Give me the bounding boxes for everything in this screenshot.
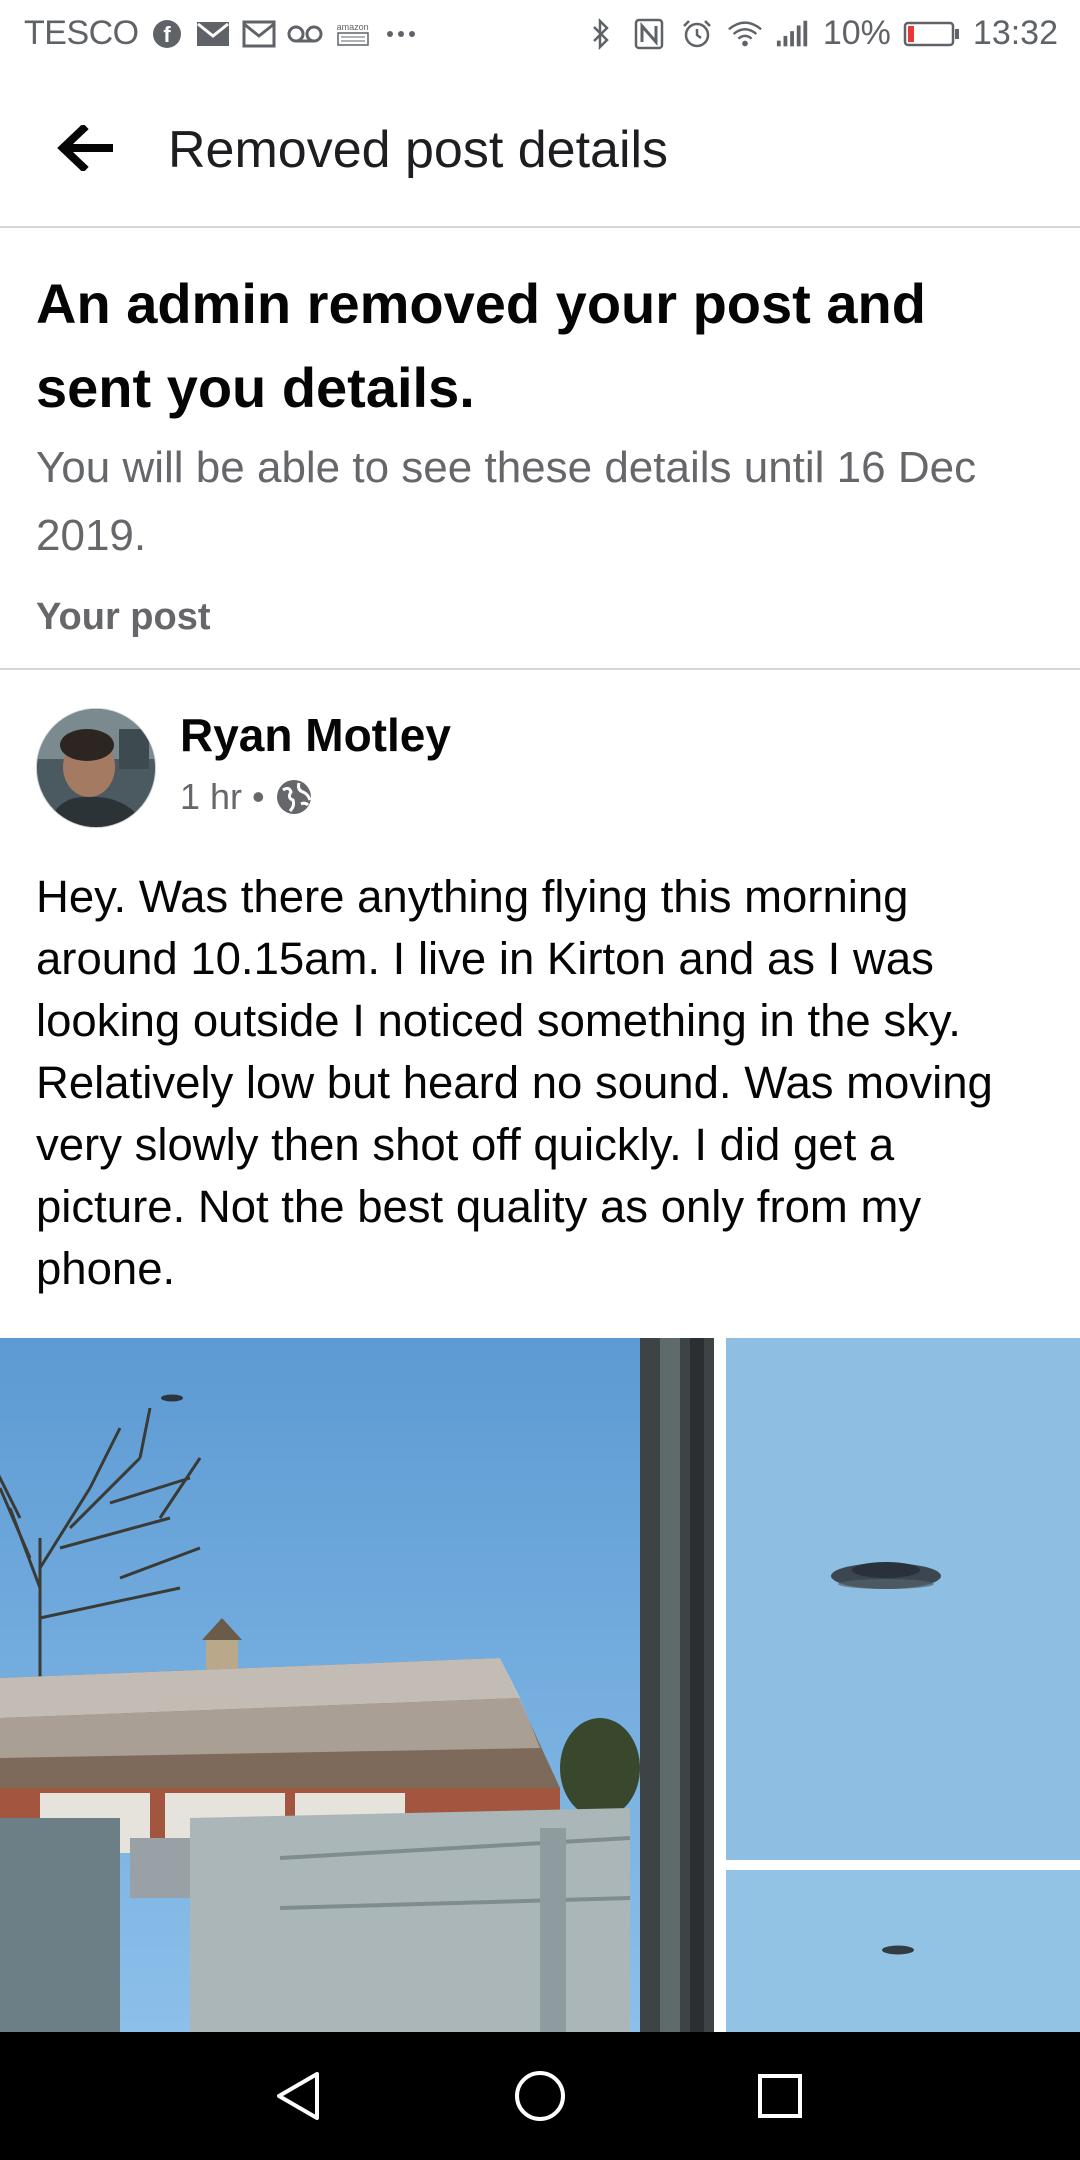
page-title: Removed post details: [168, 121, 669, 179]
clock: 13:32: [972, 14, 1058, 52]
section-label: Your post: [36, 596, 211, 638]
divider: [0, 668, 1080, 670]
back-button[interactable]: [50, 118, 120, 178]
carrier-label: TESCO: [24, 14, 139, 52]
nfc-icon: [631, 16, 667, 52]
app-header: Removed post details: [0, 72, 1080, 228]
bluetooth-icon: [583, 16, 619, 52]
battery-icon: [903, 16, 961, 52]
arrow-left-icon: [57, 125, 113, 171]
globe-icon: [276, 780, 312, 814]
gmail-icon: [195, 16, 231, 52]
status-bar-right: 10% 13:32: [583, 14, 1058, 53]
post-meta: 1 hr •: [180, 776, 313, 818]
post-body: Hey. Was there anything flying this morn…: [36, 871, 993, 1294]
nav-home-button[interactable]: [500, 2056, 580, 2136]
voicemail-icon: [287, 16, 323, 52]
amazon-icon: amazon: [333, 22, 373, 46]
system-nav-bar: [0, 2032, 1080, 2160]
more-icon: [383, 16, 419, 52]
nav-back-button[interactable]: [258, 2056, 338, 2136]
facebook-icon: f: [149, 16, 185, 52]
author-name[interactable]: Ryan Motley: [180, 708, 451, 762]
alarm-icon: [679, 16, 715, 52]
signal-icon: [775, 16, 811, 52]
amazon-label: amazon: [336, 21, 369, 32]
notice-heading: An admin removed your post and sent you …: [36, 272, 926, 419]
post-time[interactable]: 1 hr: [180, 776, 242, 818]
status-bar-left: TESCO f amazon: [24, 14, 419, 53]
svg-text:f: f: [163, 22, 171, 47]
avatar[interactable]: [36, 708, 156, 828]
home-circle-icon: [515, 2071, 565, 2121]
nav-recents-button[interactable]: [740, 2056, 820, 2136]
removal-notice: An admin removed your post and sent you …: [36, 262, 1036, 639]
notice-subtext: You will be able to see these details un…: [36, 443, 977, 560]
recents-square-icon: [758, 2074, 802, 2118]
wifi-icon: [727, 16, 763, 52]
mail-icon: [241, 16, 277, 52]
meta-separator: •: [252, 776, 265, 817]
back-triangle-icon: [277, 2072, 319, 2120]
battery-percent: 10%: [822, 14, 891, 52]
post-photo-zoomed[interactable]: [726, 1338, 1080, 1860]
status-bar: TESCO f amazon 10% 13:32: [0, 0, 1080, 72]
post-photo-small[interactable]: [726, 1870, 1080, 2032]
post-photo-main[interactable]: [0, 1338, 714, 2032]
